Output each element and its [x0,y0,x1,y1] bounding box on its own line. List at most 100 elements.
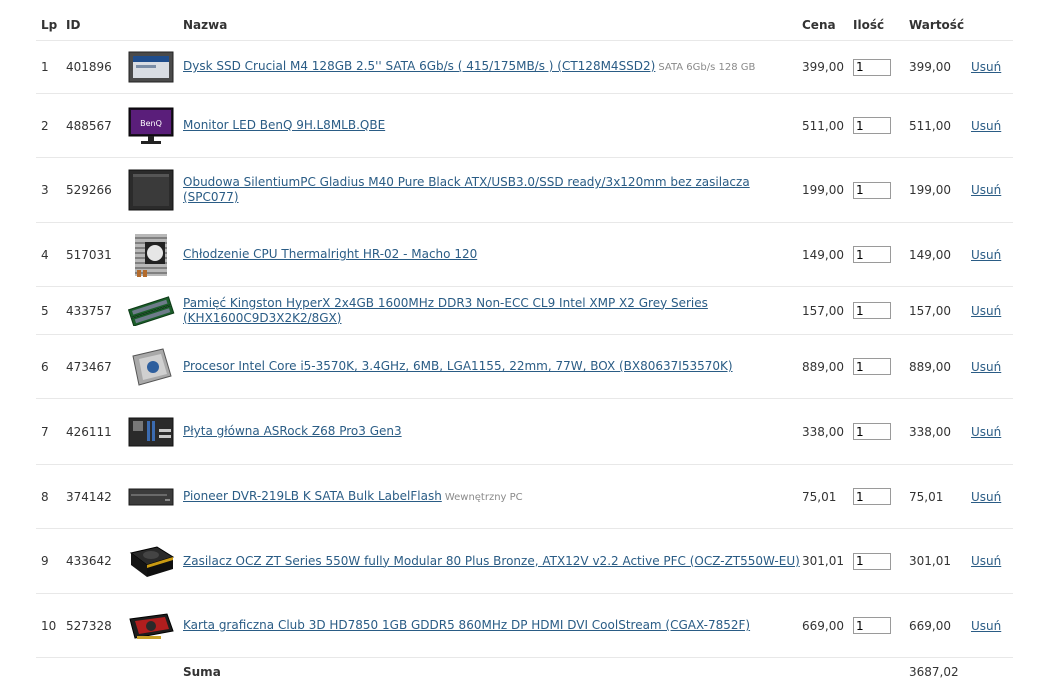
table-row: 9 433642 Zasilacz OCZ ZT Series 550W ful… [36,529,1013,594]
product-link[interactable]: Zasilacz OCZ ZT Series 550W fully Modula… [183,554,800,568]
row-price: 149,00 [802,247,844,262]
row-value: 889,00 [909,359,951,374]
row-price: 669,00 [802,618,844,633]
quantity-input[interactable] [853,58,891,76]
header-qty: Ilość [853,18,885,32]
quantity-input[interactable] [853,246,891,263]
row-value: 75,01 [909,489,944,504]
row-lp: 4 [41,247,49,262]
row-lp: 7 [41,424,49,439]
product-link[interactable]: Dysk SSD Crucial M4 128GB 2.5'' SATA 6Gb… [183,59,655,73]
row-price: 75,01 [802,489,837,504]
row-value: 669,00 [909,618,951,633]
remove-link[interactable]: Usuń [971,248,1001,262]
quantity-input[interactable] [853,181,891,199]
row-lp: 2 [41,118,49,133]
row-id: 426111 [66,424,112,439]
table-row: 8 374142 Pioneer DVR-219LB K SATA Bulk L… [36,465,1013,529]
pc-case-icon[interactable] [120,168,181,212]
header-name: Nazwa [183,17,228,32]
header-lp: Lp [41,18,58,32]
row-id: 517031 [66,247,112,262]
remove-link[interactable]: Usuń [971,183,1001,197]
row-price: 338,00 [802,424,844,439]
quantity-input[interactable] [853,358,891,375]
row-id: 374142 [66,489,112,504]
table-row: 2 488567 BenQ Monitor LED BenQ 9H.L8MLB.… [36,94,1013,158]
ssd-drive-icon[interactable] [120,50,181,84]
header-id: ID [66,18,81,32]
remove-link[interactable]: Usuń [971,360,1001,374]
remove-link[interactable]: Usuń [971,60,1001,74]
cpu-icon[interactable] [120,346,181,388]
row-price: 157,00 [802,303,844,318]
row-price: 511,00 [802,118,844,133]
remove-link[interactable]: Usuń [971,425,1001,439]
row-price: 399,00 [802,60,844,74]
row-id: 488567 [66,118,112,133]
quantity-input[interactable] [853,617,891,634]
remove-link[interactable]: Usuń [971,619,1001,633]
row-price: 301,01 [802,554,844,568]
sum-row: Suma 3687,02 [36,658,1013,686]
table-row: 4 517031 Chłodzenie CPU Thermalright HR-… [36,223,1013,287]
header-value: Wartość [909,18,965,32]
row-value: 199,00 [909,183,951,197]
row-id: 401896 [66,60,112,74]
product-link[interactable]: Obudowa SilentiumPC Gladius M40 Pure Bla… [183,175,750,204]
header-price: Cena [802,18,836,32]
remove-link[interactable]: Usuń [971,490,1001,504]
optical-drive-icon[interactable] [120,485,181,509]
product-link[interactable]: Chłodzenie CPU Thermalright HR-02 - Mach… [183,247,477,261]
quantity-input[interactable] [853,423,891,440]
remove-link[interactable]: Usuń [971,554,1001,568]
row-lp: 8 [41,489,49,504]
monitor-icon[interactable]: BenQ [120,106,181,146]
remove-link[interactable]: Usuń [971,119,1001,133]
row-value: 511,00 [909,118,951,133]
sum-value: 3687,02 [909,665,959,679]
product-link[interactable]: Pioneer DVR-219LB K SATA Bulk LabelFlash [183,489,442,503]
product-note: Wewnętrzny PC [444,491,523,503]
table-row: 3 529266 Obudowa SilentiumPC Gladius M40… [36,158,1013,223]
row-price: 889,00 [802,359,844,374]
row-id: 529266 [66,183,112,197]
graphics-card-icon[interactable] [120,611,181,641]
product-note: SATA 6Gb/s 128 GB [658,62,756,73]
motherboard-icon[interactable] [120,415,181,449]
row-lp: 9 [41,554,49,568]
brand-text: BenQ [140,119,162,128]
remove-link[interactable]: Usuń [971,304,1001,318]
cpu-cooler-icon[interactable] [120,232,181,278]
row-lp: 5 [41,303,49,318]
row-lp: 6 [41,359,49,374]
product-link[interactable]: Płyta główna ASRock Z68 Pro3 Gen3 [183,424,402,438]
table-row: 6 473467 Procesor Intel Core i5-3570K, 3… [36,335,1013,399]
row-value: 301,01 [909,554,951,568]
product-link[interactable]: Procesor Intel Core i5-3570K, 3.4GHz, 6M… [183,359,733,373]
table-row: 5 433757 Pamięć Kingston HyperX 2x4GB 16… [36,287,1013,335]
product-link[interactable]: Pamięć Kingston HyperX 2x4GB 1600MHz DDR… [183,296,708,325]
row-id: 433642 [66,554,112,568]
quantity-input[interactable] [853,488,891,505]
row-id: 527328 [66,618,112,633]
row-id: 433757 [66,303,112,318]
product-link[interactable]: Monitor LED BenQ 9H.L8MLB.QBE [183,118,385,132]
cart-table: Lp ID Nazwa Cena Ilość Wartość 1 401896 … [36,10,1013,686]
power-supply-icon[interactable] [120,543,181,579]
table-row: 1 401896 Dysk SSD Crucial M4 128GB 2.5''… [36,41,1013,94]
row-value: 399,00 [909,60,951,74]
quantity-input[interactable] [853,552,891,570]
row-value: 338,00 [909,424,951,439]
row-id: 473467 [66,359,112,374]
table-header: Lp ID Nazwa Cena Ilość Wartość [36,10,1013,41]
table-row: 7 426111 Płyta główna ASRock Z68 Pro3 Ge… [36,399,1013,465]
sum-label: Suma [183,664,221,679]
row-lp: 3 [41,183,49,197]
row-lp: 10 [41,618,57,633]
quantity-input[interactable] [853,302,891,319]
row-price: 199,00 [802,183,844,197]
quantity-input[interactable] [853,117,891,134]
ram-module-icon[interactable] [120,295,181,326]
product-link[interactable]: Karta graficzna Club 3D HD7850 1GB GDDR5… [183,618,750,632]
